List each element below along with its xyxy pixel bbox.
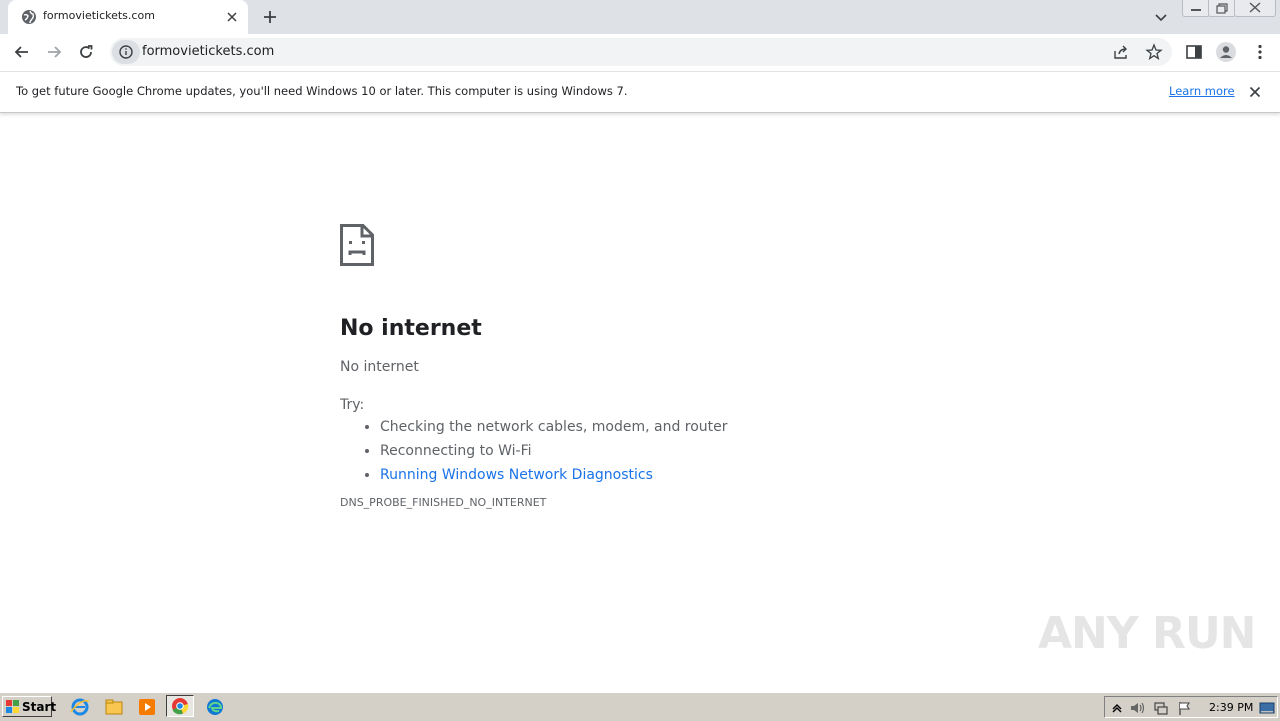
file-explorer-icon[interactable] [103, 697, 125, 717]
suggestion-item: Checking the network cables, modem, and … [380, 418, 940, 436]
media-player-icon[interactable] [136, 697, 158, 717]
start-label: Start [22, 700, 57, 714]
back-arrow-icon[interactable] [12, 42, 32, 62]
minimize-icon [1191, 9, 1201, 11]
forward-arrow-icon[interactable] [44, 42, 64, 62]
site-info-button[interactable] [112, 40, 140, 64]
address-bar[interactable]: formovietickets.com [110, 38, 1172, 66]
restore-icon [1216, 3, 1228, 14]
internet-explorer-icon[interactable] [69, 697, 91, 717]
edge-icon[interactable] [204, 697, 226, 717]
tab-strip: formovietickets.com [0, 0, 1280, 34]
close-icon[interactable] [1247, 84, 1263, 100]
action-center-flag-icon[interactable] [1177, 700, 1193, 716]
chevron-down-icon[interactable] [1152, 8, 1170, 26]
start-button[interactable]: Start [2, 696, 56, 717]
volume-icon[interactable] [1129, 700, 1145, 716]
taskbar: Start 2:39 PM [0, 692, 1280, 721]
browser-toolbar: formovietickets.com [0, 34, 1280, 72]
learn-more-link[interactable]: Learn more [1169, 84, 1235, 98]
windows-logo-icon [6, 700, 19, 713]
globe-icon [22, 10, 36, 24]
tab-title: formovietickets.com [43, 9, 155, 22]
anyrun-watermark: ANY RUN [1038, 608, 1257, 659]
update-infobar: To get future Google Chrome updates, you… [0, 72, 1280, 113]
url-text: formovietickets.com [142, 44, 275, 59]
network-diagnostics-link[interactable]: Running Windows Network Diagnostics [380, 467, 653, 483]
sad-page-icon [340, 224, 374, 266]
menu-dots-icon[interactable] [1250, 42, 1270, 62]
error-code: DNS_PROBE_FINISHED_NO_INTERNET [340, 496, 547, 509]
taskbar-clock[interactable]: 2:39 PM [1209, 701, 1253, 714]
info-icon [119, 45, 133, 59]
network-icon[interactable] [1153, 700, 1169, 716]
tab-formovietickets[interactable]: formovietickets.com [8, 0, 248, 34]
chrome-icon [172, 698, 189, 715]
close-window-button[interactable] [1234, 0, 1276, 17]
window-controls [1182, 0, 1276, 18]
side-panel-icon[interactable] [1184, 42, 1204, 62]
suggestion-item: Reconnecting to Wi-Fi [380, 442, 940, 460]
profile-avatar-icon[interactable] [1215, 41, 1237, 63]
minimize-button[interactable] [1182, 0, 1210, 17]
restore-button[interactable] [1208, 0, 1236, 17]
chrome-taskbar-button[interactable] [166, 695, 194, 717]
close-icon [1249, 2, 1261, 13]
error-page: No internet No internet Try: Checking th… [340, 224, 940, 509]
show-desktop-icon[interactable] [1259, 700, 1275, 716]
suggestion-list: Checking the network cables, modem, and … [340, 418, 940, 484]
close-tab-icon[interactable] [224, 9, 240, 25]
new-tab-icon[interactable] [260, 7, 280, 27]
bookmark-star-icon[interactable] [1145, 43, 1163, 61]
reload-icon[interactable] [76, 42, 96, 62]
error-subtitle: No internet [340, 359, 419, 375]
error-title: No internet [340, 316, 482, 341]
suggestion-item: Running Windows Network Diagnostics [380, 466, 940, 484]
share-icon[interactable] [1112, 43, 1130, 61]
infobar-message: To get future Google Chrome updates, you… [16, 84, 628, 98]
try-label: Try: [340, 397, 365, 413]
system-tray: 2:39 PM [1104, 696, 1278, 718]
show-hidden-icons-icon[interactable] [1109, 700, 1125, 716]
